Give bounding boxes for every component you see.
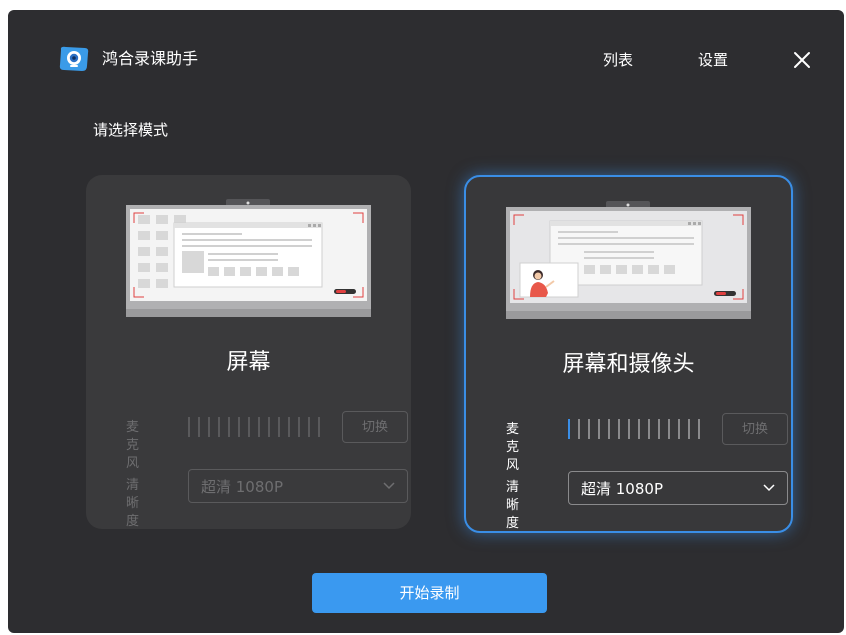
chevron-down-icon xyxy=(383,482,395,490)
mode-card-screen[interactable]: 屏幕 麦克风 切换 清晰度 超清 1080P xyxy=(86,175,411,529)
mic-level-bar xyxy=(248,417,250,437)
app-title: 鸿合录课助手 xyxy=(102,49,199,68)
mode-title: 屏幕 xyxy=(226,350,271,375)
quality-select[interactable]: 超清 1080P xyxy=(568,471,788,505)
mic-level-bar xyxy=(238,417,240,437)
nav-settings-link[interactable]: 设置 xyxy=(698,50,728,70)
mic-level-bar xyxy=(618,419,620,439)
mic-level-bar xyxy=(578,419,580,439)
mic-level-bar xyxy=(228,417,230,437)
mic-level-bar xyxy=(318,417,320,437)
screen-camera-illustration xyxy=(506,201,751,319)
mic-level-bar xyxy=(258,417,260,437)
start-recording-button[interactable]: 开始录制 xyxy=(312,573,547,613)
mic-level-bar xyxy=(638,419,640,439)
mic-level-bar xyxy=(628,419,630,439)
mic-level-bar xyxy=(208,417,210,437)
mic-level-bar xyxy=(308,417,310,437)
mode-title: 屏幕和摄像头 xyxy=(562,352,695,377)
mic-level-bar xyxy=(278,417,280,437)
mic-level-bar xyxy=(188,417,190,437)
mic-level-bar xyxy=(668,419,670,439)
mic-level-bar xyxy=(198,417,200,437)
screen-illustration xyxy=(126,199,371,317)
mic-level-bar xyxy=(658,419,660,439)
mic-level-bar xyxy=(698,419,700,439)
quality-value: 超清 1080P xyxy=(201,478,283,496)
mic-level-meter xyxy=(568,419,700,441)
mic-level-bar xyxy=(678,419,680,439)
mic-level-bar xyxy=(568,419,570,439)
mode-card-screen-camera[interactable]: 屏幕和摄像头 麦克风 切换 清晰度 超清 1080P xyxy=(464,175,793,533)
mic-level-bar xyxy=(298,417,300,437)
mic-switch-button[interactable]: 切换 xyxy=(722,413,788,445)
app-window: 鸿合录课助手 列表 设置 请选择模式 屏幕 麦克风 切换 清晰度 超清 1080… xyxy=(8,10,844,633)
mic-level-bar xyxy=(268,417,270,437)
nav-list-link[interactable]: 列表 xyxy=(603,50,633,70)
mode-prompt: 请选择模式 xyxy=(93,121,169,139)
title-bar: 鸿合录课助手 列表 设置 xyxy=(8,10,844,110)
quality-select[interactable]: 超清 1080P xyxy=(188,469,408,503)
mic-label: 麦克风 xyxy=(506,422,520,473)
mic-level-bar xyxy=(688,419,690,439)
mic-level-meter xyxy=(188,417,320,439)
chevron-down-icon xyxy=(763,484,775,492)
quality-label: 清晰度 xyxy=(126,478,140,529)
mic-level-bar xyxy=(288,417,290,437)
mic-level-bar xyxy=(598,419,600,439)
mic-level-bar xyxy=(588,419,590,439)
close-icon[interactable] xyxy=(790,48,814,72)
mic-label: 麦克风 xyxy=(126,420,140,471)
quality-value: 超清 1080P xyxy=(581,480,663,498)
mic-level-bar xyxy=(648,419,650,439)
mic-level-bar xyxy=(218,417,220,437)
quality-label: 清晰度 xyxy=(506,480,520,531)
webcam-app-icon xyxy=(59,46,89,71)
mic-switch-button[interactable]: 切换 xyxy=(342,411,408,443)
mic-level-bar xyxy=(608,419,610,439)
